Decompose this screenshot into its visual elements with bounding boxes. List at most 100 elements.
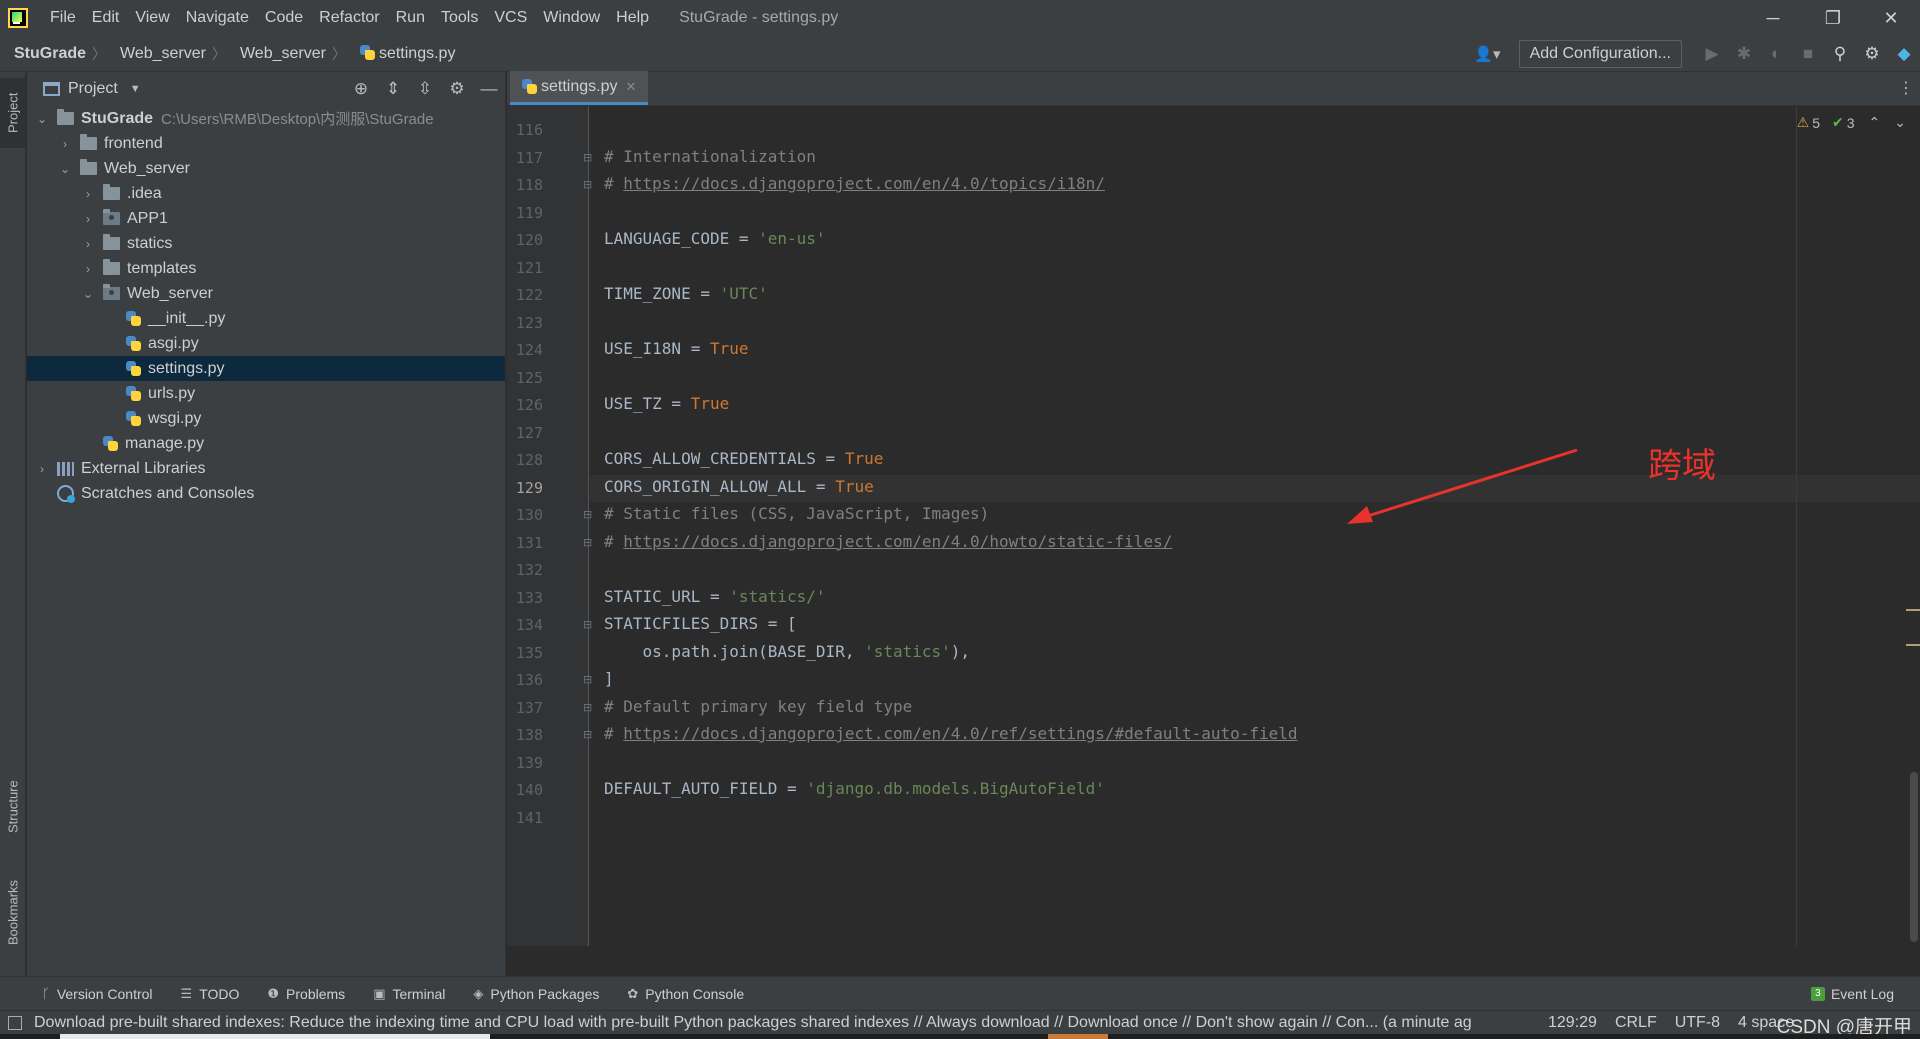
chevron-down-icon[interactable]: ⌄ [58,162,72,176]
tool-windows-toggle-icon[interactable] [8,1015,22,1030]
bookmarks-tool-tab[interactable]: Bookmarks [0,862,26,962]
stop-icon[interactable]: ■ [1792,36,1824,72]
tool-tab-terminal[interactable]: ▣ Terminal [359,986,459,1002]
file-encoding[interactable]: UTF-8 [1675,1014,1720,1032]
tool-tab-python-console[interactable]: ✿ Python Console [613,986,758,1002]
code-line[interactable]: LANGUAGE_CODE = 'en-us' [604,229,826,248]
code-area[interactable]: # Internationalization # https://docs.dja… [590,106,1920,946]
tool-tab-problems[interactable]: ❶ Problems [253,986,359,1002]
add-configuration-button[interactable]: Add Configuration... [1518,40,1682,68]
code-line[interactable]: os.path.join(BASE_DIR, 'statics'), [604,642,971,661]
code-token-link[interactable]: https://docs.djangoproject.com/en/4.0/to… [623,174,1105,193]
close-window-button[interactable]: ✕ [1862,0,1920,36]
menu-window[interactable]: Window [535,0,608,36]
code-line[interactable]: DEFAULT_AUTO_FIELD = 'django.db.models.B… [604,779,1105,798]
breadcrumb-project[interactable]: StuGrade [0,45,86,63]
settings-icon[interactable]: ⚙ [1856,36,1888,72]
code-token-link[interactable]: https://docs.djangoproject.com/en/4.0/ho… [623,532,1172,551]
breadcrumb-file[interactable]: settings.py [346,44,455,63]
locate-file-icon[interactable]: ⊕ [345,79,377,99]
chevron-right-icon[interactable]: › [58,137,72,151]
tree-item[interactable]: › templates [27,256,505,281]
structure-tool-tab[interactable]: Structure [0,762,26,852]
tool-tab-todo[interactable]: ☰ TODO [167,986,254,1002]
run-icon[interactable]: ▶ [1696,36,1728,72]
caret-position[interactable]: 129:29 [1548,1014,1597,1032]
editor-scrollbar[interactable] [1910,772,1918,942]
code-line[interactable]: # Default primary key field type [604,697,912,716]
chevron-right-icon[interactable]: › [81,212,95,226]
debug-icon[interactable]: ✱ [1728,36,1760,72]
previous-highlight-icon[interactable]: ⌃ [1869,114,1881,131]
code-line[interactable]: CORS_ALLOW_CREDENTIALS = True [604,449,883,468]
chevron-right-icon[interactable]: › [81,187,95,201]
project-panel-title[interactable]: Project [68,80,118,98]
code-line[interactable]: USE_I18N = True [604,339,749,358]
chevron-down-icon[interactable]: ▼ [130,83,141,95]
menu-edit[interactable]: Edit [84,0,128,36]
tool-tab-version-control[interactable]: ᚴ Version Control [28,986,167,1002]
tree-item[interactable]: ›asgi.py [27,331,505,356]
menu-vcs[interactable]: VCS [486,0,535,36]
tree-item[interactable]: ⌄ Web_server [27,156,505,181]
menu-navigate[interactable]: Navigate [178,0,257,36]
tree-item[interactable]: ›wsgi.py [27,406,505,431]
code-line[interactable]: USE_TZ = True [604,394,729,413]
line-separator[interactable]: CRLF [1615,1014,1657,1032]
user-icon[interactable]: 👤▾ [1474,45,1500,63]
menu-tools[interactable]: Tools [433,0,486,36]
code-line[interactable]: # https://docs.djangoproject.com/en/4.0/… [604,724,1298,743]
hide-panel-icon[interactable]: — [473,79,505,99]
code-line[interactable]: # Static files (CSS, JavaScript, Images) [604,504,989,523]
tree-item[interactable]: ⌄ Web_server [27,281,505,306]
tree-item[interactable]: › APP1 [27,206,505,231]
code-line[interactable]: # https://docs.djangoproject.com/en/4.0/… [604,532,1172,551]
menu-view[interactable]: View [127,0,177,36]
tab-settings-py[interactable]: settings.py ✕ [510,71,649,105]
breadcrumb-web-server[interactable]: Web_server [106,45,206,63]
tool-tab-python-packages[interactable]: ◈ Python Packages [459,986,613,1002]
tree-item[interactable]: › External Libraries [27,456,505,481]
close-tab-icon[interactable]: ✕ [625,79,636,95]
gear-icon[interactable]: ⚙ [441,79,473,99]
menu-help[interactable]: Help [608,0,657,36]
event-log-button[interactable]: 3 Event Log [1810,977,1894,1011]
code-line[interactable]: CORS_ORIGIN_ALLOW_ALL = True [604,477,874,496]
code-line[interactable]: TIME_ZONE = 'UTC' [604,284,768,303]
restore-button[interactable]: ❐ [1804,0,1862,36]
tree-item[interactable]: › .idea [27,181,505,206]
menu-file[interactable]: File [42,0,84,36]
chevron-right-icon[interactable]: › [35,462,49,476]
chevron-down-icon[interactable]: ⌄ [81,287,95,301]
tree-item[interactable]: ›settings.py [27,356,505,381]
code-line[interactable]: ] [604,669,614,688]
breadcrumb-web-server-package[interactable]: Web_server [226,45,326,63]
collapse-all-icon[interactable]: ⇳ [409,79,441,99]
code-token-link[interactable]: https://docs.djangoproject.com/en/4.0/re… [623,724,1297,743]
menu-code[interactable]: Code [257,0,311,36]
tree-item[interactable]: ›Scratches and Consoles [27,481,505,506]
status-message[interactable]: Download pre-built shared indexes: Reduc… [34,1014,1534,1032]
chevron-down-icon[interactable]: ⌄ [35,112,49,126]
tree-item[interactable]: ›manage.py [27,431,505,456]
menu-run[interactable]: Run [388,0,433,36]
minimize-button[interactable]: ─ [1744,0,1802,36]
project-tool-tab[interactable]: Project [0,78,26,148]
toolbox-icon[interactable]: ◆ [1888,36,1920,72]
tree-item[interactable]: › statics [27,231,505,256]
menu-refactor[interactable]: Refactor [311,0,387,36]
chevron-right-icon[interactable]: › [81,237,95,251]
tree-item[interactable]: ⌄ StuGrade C:\Users\RMB\Desktop\内测服\StuGra… [27,106,505,131]
chevron-right-icon[interactable]: › [81,262,95,276]
more-tabs-icon[interactable]: ⋮ [1898,78,1914,98]
search-icon[interactable]: ⚲ [1824,36,1856,72]
tree-item[interactable]: ›__init__.py [27,306,505,331]
code-line[interactable]: STATIC_URL = 'statics/' [604,587,826,606]
next-highlight-icon[interactable]: ⌄ [1894,114,1906,131]
code-line[interactable]: STATICFILES_DIRS = [ [604,614,797,633]
coverage-icon[interactable]: ◐ [1760,36,1792,72]
code-line[interactable]: # https://docs.djangoproject.com/en/4.0/… [604,174,1105,193]
tree-item[interactable]: › frontend [27,131,505,156]
inspection-widget[interactable]: ⚠ 5 ✔ 3 ⌃ ⌄ [1797,114,1906,131]
tree-item[interactable]: ›urls.py [27,381,505,406]
